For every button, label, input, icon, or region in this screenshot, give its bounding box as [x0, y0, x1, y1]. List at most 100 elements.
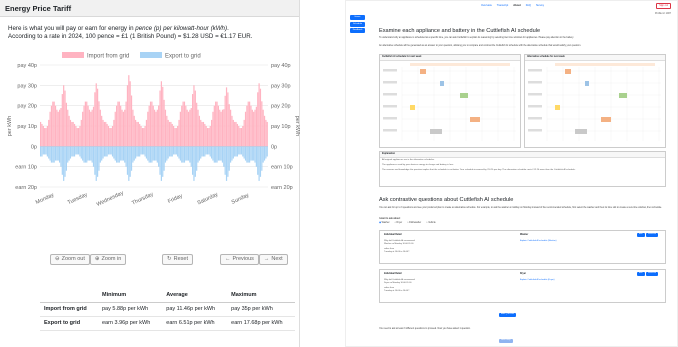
gantt-row-label: [528, 105, 542, 108]
import-bar: [129, 81, 131, 147]
import-bar: [242, 126, 244, 147]
nav-transcript[interactable]: Transcript: [497, 1, 508, 10]
import-bar: [57, 111, 59, 147]
import-bar: [266, 121, 268, 147]
explanation-body: All original appliances are in the alter…: [380, 158, 665, 172]
export-bar: [122, 146, 124, 161]
export-bar: [82, 146, 84, 161]
paging-controls: ← Previous → Next: [220, 254, 288, 265]
import-bar: [65, 102, 67, 147]
gantt-row-label: [528, 69, 542, 72]
import-bar: [68, 115, 70, 147]
export-bar: [145, 146, 148, 159]
import-bar: [249, 101, 251, 147]
zoom-out-button[interactable]: ⊖ Zoom out: [50, 254, 90, 265]
ask-button[interactable]: Ask: [637, 272, 645, 276]
radio-dryer[interactable]: ○ Dryer: [394, 222, 402, 225]
export-bar: [211, 146, 213, 159]
gantt-bar: [460, 93, 468, 98]
zoom-out-label: Zoom out: [61, 256, 85, 262]
question-appliance: Washer: [520, 234, 529, 236]
intro-emphasis: pence (p) per kilowatt-hour (kWh): [135, 25, 228, 32]
export-bar: [215, 146, 217, 163]
radio-label: Vehicle: [428, 222, 436, 224]
import-bar: [136, 121, 138, 147]
export-bar: [263, 146, 266, 161]
side-button-home[interactable]: Home: [350, 15, 365, 20]
export-bar: [63, 146, 65, 181]
export-bar: [200, 146, 202, 159]
y-tick-label-right: pay 10p: [271, 124, 291, 130]
table-row: Import from grid pay 5.88p per kWh pay 1…: [40, 302, 295, 317]
import-bar: [64, 90, 66, 147]
intro-line-1: Here is what you will pay or earn for en…: [8, 25, 293, 33]
import-bar: [145, 119, 148, 147]
import-bar: [224, 95, 226, 147]
radio-dishwasher[interactable]: ○ Dishwasher: [407, 222, 421, 225]
top-nav: Overview Transcript About FAQ Survey: [346, 1, 678, 10]
next-button[interactable]: → Next: [258, 254, 288, 265]
import-bar: [155, 111, 157, 147]
reset-button[interactable]: ↻ Reset: [162, 254, 193, 265]
export-bar: [159, 146, 161, 175]
explain-link[interactable]: Explain Cuttlefish AI schedule (Dryer): [520, 279, 554, 282]
export-bar: [139, 146, 141, 157]
import-bar: [76, 128, 78, 147]
import-bar: [205, 126, 207, 147]
export-bar: [185, 146, 187, 161]
export-bar: [231, 146, 233, 161]
import-bar: [204, 123, 206, 147]
gantt-row-label: [383, 117, 397, 120]
radio-washer[interactable]: ◉ Washer: [379, 222, 389, 225]
export-bar: [255, 146, 257, 167]
side-button-schedule[interactable]: Schedule: [350, 21, 365, 27]
export-bar: [170, 146, 172, 157]
export-bar: [126, 146, 129, 175]
y-tick-label-right: earn 10p: [271, 165, 293, 171]
import-bar: [110, 128, 112, 147]
export-bar: [64, 146, 66, 177]
export-bar: [160, 146, 162, 181]
import-bar: [122, 111, 124, 147]
radio-label: Dryer: [396, 222, 403, 224]
arrow-left-icon: ←: [225, 256, 231, 262]
next-step-button[interactable]: Next Step: [499, 339, 513, 343]
previous-button[interactable]: ← Previous: [220, 254, 259, 265]
export-bar: [227, 146, 229, 177]
nav-overview[interactable]: Overview: [481, 1, 492, 10]
export-bar: [186, 146, 188, 161]
export-bar: [116, 146, 118, 163]
explain-link[interactable]: Explain Cuttlefish AI schedule (Washer): [520, 240, 556, 243]
sign-out-button[interactable]: Sign out: [656, 3, 671, 9]
export-bar: [223, 146, 225, 167]
export-bar: [95, 146, 97, 181]
import-bar: [128, 75, 130, 147]
x-tick-label: Saturday: [197, 192, 220, 207]
nav-about[interactable]: About: [513, 1, 521, 10]
import-bar: [87, 105, 89, 147]
nav-faq[interactable]: FAQ: [526, 1, 531, 10]
import-bar: [105, 121, 107, 147]
export-bar: [45, 146, 47, 155]
import-bar: [71, 121, 73, 147]
remove-button[interactable]: Remove: [646, 233, 659, 237]
import-bar: [137, 121, 139, 147]
zoom-in-button[interactable]: ⊕ Zoom in: [89, 254, 127, 265]
ask-button[interactable]: Ask: [637, 233, 645, 237]
stats-header-min: Minimum: [97, 289, 163, 303]
export-bar: [173, 146, 175, 155]
cell-max: pay 35p per kWh: [227, 302, 295, 317]
y-axis-title-right: per kWh: [294, 116, 300, 136]
y-tick-label-left: earn 10p: [15, 165, 37, 171]
side-button-feedback[interactable]: Feedback: [350, 28, 365, 33]
import-bar: [97, 88, 99, 147]
export-bar: [113, 146, 115, 159]
import-bar: [98, 101, 100, 147]
remove-button[interactable]: Remove: [646, 272, 659, 276]
export-bar: [56, 146, 58, 161]
nav-survey[interactable]: Survey: [536, 1, 544, 10]
section-title: Examine each appliance and battery in th…: [379, 28, 541, 34]
add-question-button[interactable]: Add Question: [499, 313, 517, 317]
radio-vehicle[interactable]: ○ Vehicle: [426, 222, 435, 225]
y-axis-title-left: per kWh: [7, 116, 13, 136]
